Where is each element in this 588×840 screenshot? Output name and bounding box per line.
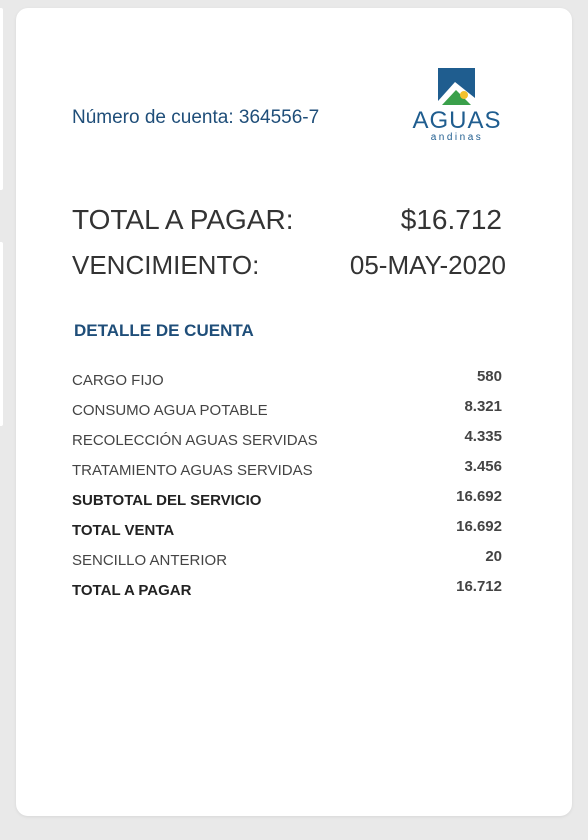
adjacent-card-edge bbox=[0, 8, 3, 190]
due-label: VENCIMIENTO: bbox=[72, 250, 260, 280]
bill-card: Número de cuenta: 364556-7 AGUAS andinas… bbox=[16, 8, 572, 816]
detail-row: SUBTOTAL DEL SERVICIO 16.692 bbox=[72, 488, 502, 518]
adjacent-card-edge bbox=[0, 242, 3, 426]
detail-label: CARGO FIJO bbox=[72, 372, 164, 389]
detail-value: 16.692 bbox=[456, 518, 502, 535]
logo-wordmark: AGUAS bbox=[412, 107, 502, 134]
detail-value: 3.456 bbox=[464, 458, 502, 475]
detail-list: CARGO FIJO 580 CONSUMO AGUA POTABLE 8.32… bbox=[72, 368, 502, 608]
due-value: 05-MAY-2020 bbox=[349, 250, 506, 280]
detail-label: TRATAMIENTO AGUAS SERVIDAS bbox=[72, 462, 313, 479]
detail-value: 580 bbox=[476, 368, 502, 385]
account-number: Número de cuenta: 364556-7 bbox=[72, 107, 319, 129]
detail-row: TOTAL A PAGAR 16.712 bbox=[72, 578, 502, 608]
detail-value: 20 bbox=[485, 548, 502, 565]
mountain-sun-icon bbox=[438, 68, 475, 105]
detail-value: 4.335 bbox=[464, 428, 502, 445]
detail-value: 16.692 bbox=[456, 488, 502, 505]
detail-label: TOTAL A PAGAR bbox=[72, 582, 192, 599]
total-value: $16.712 bbox=[400, 204, 502, 235]
detail-row: TRATAMIENTO AGUAS SERVIDAS 3.456 bbox=[72, 458, 502, 488]
logo-subtitle: andinas bbox=[430, 132, 484, 143]
detail-label: SENCILLO ANTERIOR bbox=[72, 552, 228, 569]
detail-row: CONSUMO AGUA POTABLE 8.321 bbox=[72, 398, 502, 428]
detail-value: 8.321 bbox=[464, 398, 502, 415]
detail-label: CONSUMO AGUA POTABLE bbox=[72, 402, 268, 419]
detail-row: TOTAL VENTA 16.692 bbox=[72, 518, 502, 548]
detail-label: SUBTOTAL DEL SERVICIO bbox=[72, 492, 262, 509]
detail-row: RECOLECCIÓN AGUAS SERVIDAS 4.335 bbox=[72, 428, 502, 458]
detail-label: RECOLECCIÓN AGUAS SERVIDAS bbox=[72, 432, 318, 449]
detail-value: 16.712 bbox=[456, 578, 502, 595]
aguas-andinas-logo: AGUAS andinas bbox=[408, 68, 508, 152]
detail-title: DETALLE DE CUENTA bbox=[74, 321, 254, 340]
account-label: Número de cuenta: bbox=[72, 107, 234, 128]
detail-row: SENCILLO ANTERIOR 20 bbox=[72, 548, 502, 578]
detail-row: CARGO FIJO 580 bbox=[72, 368, 502, 398]
account-value: 364556-7 bbox=[238, 107, 320, 128]
total-label: TOTAL A PAGAR: bbox=[72, 204, 294, 235]
detail-label: TOTAL VENTA bbox=[72, 522, 175, 539]
